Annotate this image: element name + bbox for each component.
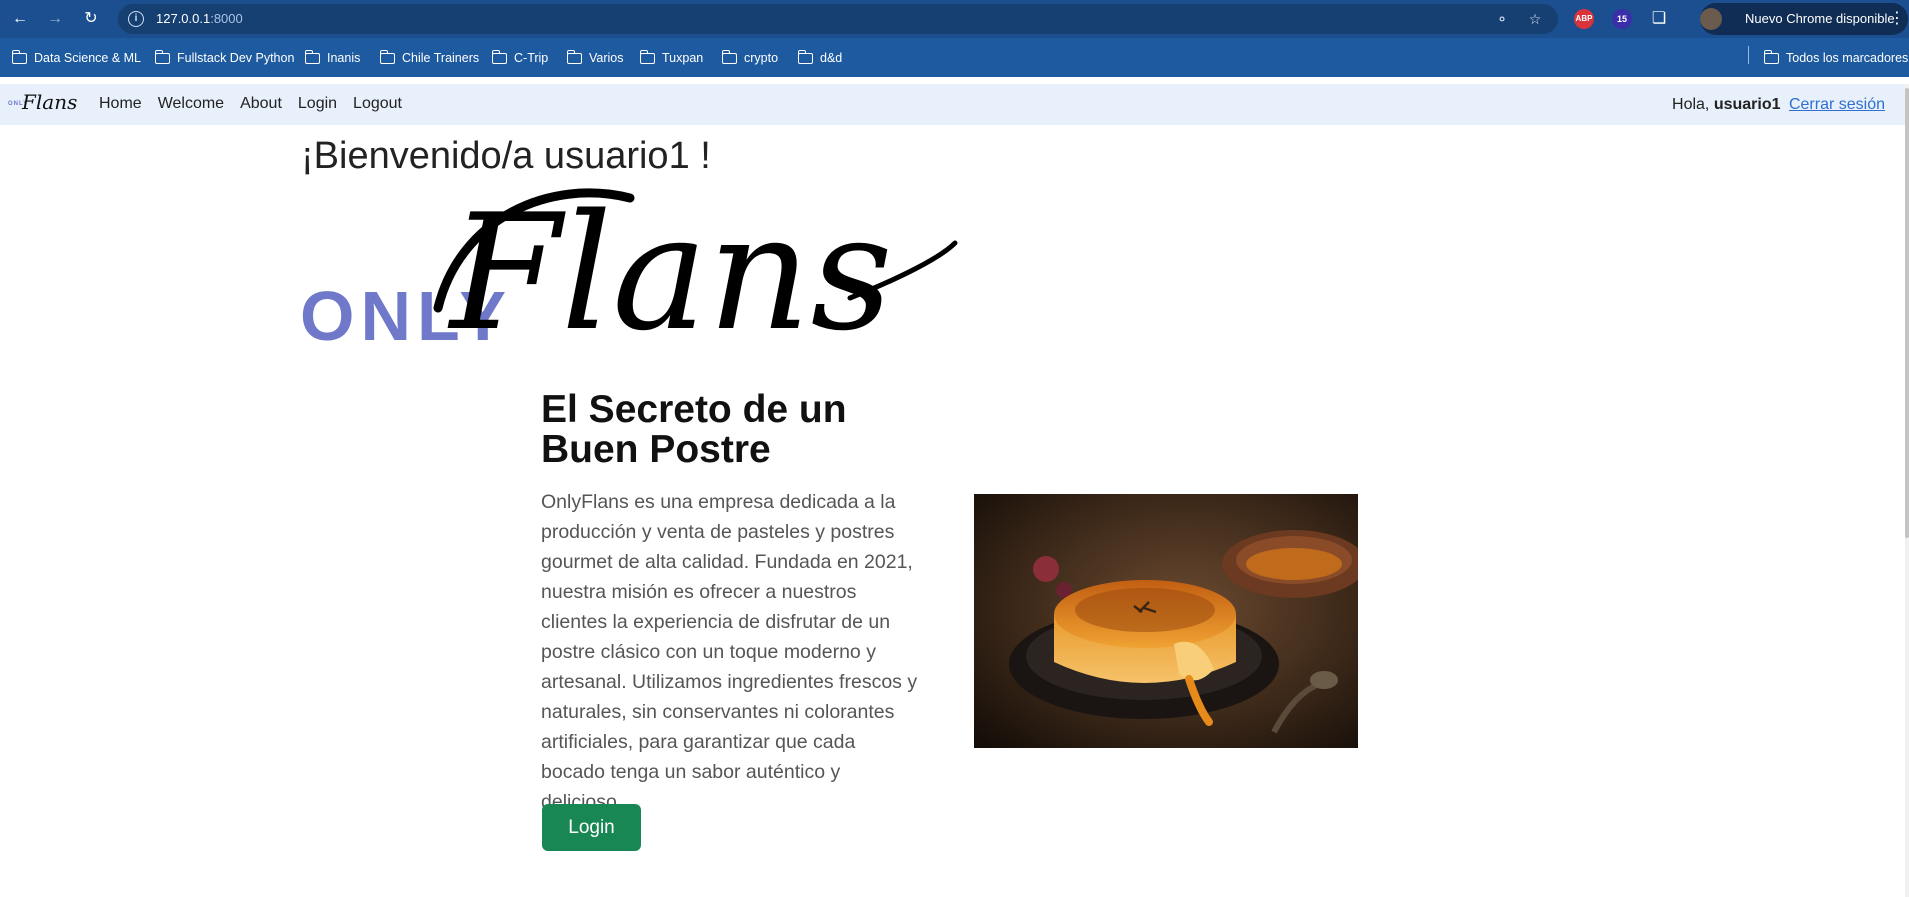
login-button[interactable]: Login <box>542 804 641 851</box>
folder-icon <box>11 49 27 64</box>
bookmark-label: C-Trip <box>514 51 549 65</box>
folder-icon <box>721 49 737 64</box>
bookmark-star-icon[interactable]: ☆ <box>1526 10 1544 28</box>
bookmark-label: Tuxpan <box>662 51 704 65</box>
bookmarks-divider <box>1748 46 1749 64</box>
bookmark-folder[interactable]: Inanis <box>304 49 361 67</box>
nav-link-welcome[interactable]: Welcome <box>158 95 224 113</box>
page-scrollbar-thumb[interactable] <box>1905 88 1909 538</box>
logout-link[interactable]: Cerrar sesión <box>1789 96 1885 113</box>
greeting-text: Hola, <box>1672 96 1710 113</box>
nav-link-login[interactable]: Login <box>298 95 337 113</box>
back-arrow-icon[interactable]: ← <box>9 8 31 30</box>
forward-arrow-icon[interactable]: → <box>44 8 66 30</box>
bookmark-label: Todos los marcadores <box>1786 51 1909 65</box>
bookmark-folder[interactable]: Data Science & ML <box>11 49 141 67</box>
url-text[interactable]: 127.0.0.1:8000 <box>156 11 243 26</box>
bookmark-label: Fullstack Dev Python <box>177 51 295 65</box>
chrome-update-button[interactable]: Nuevo Chrome disponible <box>1700 3 1908 35</box>
folder-icon <box>304 49 320 64</box>
bookmarks-bar: Data Science & ML Fullstack Dev Python Ina… <box>0 38 1909 77</box>
bookmark-folder[interactable]: Varios <box>566 49 624 67</box>
site-info-icon[interactable]: i <box>128 11 144 27</box>
flan-dessert-image <box>974 494 1358 748</box>
nav-link-home[interactable]: Home <box>99 95 142 113</box>
key-icon[interactable]: ⚬ <box>1493 10 1511 28</box>
menu-kebab-icon[interactable]: ⋮ <box>1886 8 1908 30</box>
folder-icon <box>379 49 395 64</box>
bookmark-label: Data Science & ML <box>34 51 141 65</box>
onlyflans-logo: ONLY Flans <box>300 178 960 368</box>
folder-icon <box>797 49 813 64</box>
bookmark-folder[interactable]: C-Trip <box>491 49 549 67</box>
nav-link-logout[interactable]: Logout <box>353 95 402 113</box>
extensions-puzzle-icon[interactable]: ❏ <box>1648 8 1670 30</box>
folder-icon <box>566 49 582 64</box>
folder-icon <box>1763 49 1779 64</box>
bookmark-label: d&d <box>820 51 843 65</box>
reload-icon[interactable]: ↻ <box>80 8 102 30</box>
navbar-links: Home Welcome About Login Logout <box>99 95 418 113</box>
folder-icon <box>491 49 507 64</box>
user-greeting: Hola, usuario1 Cerrar sesión <box>1672 96 1885 114</box>
browser-chrome: ← → ↻ i 127.0.0.1:8000 ⚬ ☆ ABP 15 ❏ Nuev… <box>0 0 1909 77</box>
adblock-extension-icon[interactable]: ABP <box>1574 9 1594 29</box>
all-bookmarks-folder[interactable]: Todos los marcadores <box>1763 49 1909 67</box>
navbar-brand-logo[interactable]: ONLY Flans <box>8 90 78 116</box>
logo-flans-script: Flans <box>433 179 958 366</box>
address-bar[interactable]: i 127.0.0.1:8000 ⚬ ☆ <box>118 4 1558 34</box>
bookmark-label: Varios <box>589 51 624 65</box>
bookmark-folder[interactable]: Chile Trainers <box>379 49 480 67</box>
profile-avatar[interactable] <box>1700 8 1722 30</box>
bookmark-folder[interactable]: d&d <box>797 49 843 67</box>
bookmark-label: crypto <box>744 51 779 65</box>
browser-toolbar: ← → ↻ i 127.0.0.1:8000 ⚬ ☆ ABP 15 ❏ Nuev… <box>0 0 1909 38</box>
bookmark-folder[interactable]: crypto <box>721 49 779 67</box>
section-headline: El Secreto de un Buen Postre <box>541 388 847 471</box>
bookmark-label: Chile Trainers <box>402 51 480 65</box>
folder-icon <box>639 49 655 64</box>
username-text: usuario1 <box>1713 96 1781 113</box>
welcome-heading: ¡Bienvenido/a usuario1 ! <box>301 135 711 177</box>
nav-link-about[interactable]: About <box>240 95 282 113</box>
about-paragraph: OnlyFlans es una empresa dedicada a la p… <box>541 491 918 813</box>
extension-badge-icon[interactable]: 15 <box>1612 9 1632 29</box>
folder-icon <box>154 49 170 64</box>
bookmark-folder[interactable]: Tuxpan <box>639 49 704 67</box>
brand-flans-text: Flans <box>22 90 78 114</box>
bookmark-folder[interactable]: Fullstack Dev Python <box>154 49 295 67</box>
bookmark-label: Inanis <box>327 51 361 65</box>
site-navbar: ONLY Flans Home Welcome About Login Logo… <box>0 84 1905 125</box>
